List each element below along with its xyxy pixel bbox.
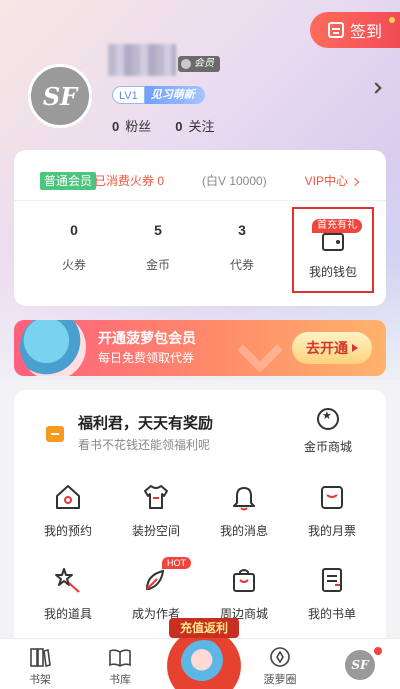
asset-fire-ticket[interactable]: 0 火券 xyxy=(32,220,116,273)
first-charge-badge: 首充有礼 xyxy=(312,219,362,233)
grid-item-dress-up[interactable]: 装扮空间 xyxy=(112,482,200,539)
mascot-image xyxy=(20,320,86,376)
profile-stats: 0 粉丝 0 关注 xyxy=(112,116,215,135)
welfare-card: 福利君，天天有奖励 看书不花钱还能领福利呢 金币商城 我的预约 装扮空间 我的消… xyxy=(14,390,386,650)
asset-voucher[interactable]: 3 代券 xyxy=(200,220,284,273)
grid-item-booklist[interactable]: 我的书单 xyxy=(288,565,376,622)
recharge-rebate-center-button[interactable]: 充值返利 xyxy=(165,612,243,689)
feature-grid: 我的预约 装扮空间 我的消息 我的月票 我的道具 HOT 成为作者 周边商城 我… xyxy=(24,482,376,622)
feather-icon xyxy=(141,565,171,595)
grid-item-label: 我的预约 xyxy=(43,524,92,538)
vip-consumed: 已消费火券 0 xyxy=(94,174,165,188)
play-arrow-icon xyxy=(352,344,358,352)
fans-count: 0 xyxy=(112,119,120,134)
vip-promo-banner[interactable]: 开通菠萝包会员 每日免费领取代券 去开通 xyxy=(14,320,386,376)
shirt-icon xyxy=(141,482,171,512)
tab-me[interactable]: SF xyxy=(320,639,400,689)
coin-shop-label: 金币商城 xyxy=(303,440,352,454)
wallet-icon xyxy=(322,233,344,251)
bag-icon xyxy=(229,565,259,595)
vip-note: (白V 10000) xyxy=(202,174,267,188)
banner-title: 开通菠萝包会员 xyxy=(98,330,196,346)
grid-item-label: 我的消息 xyxy=(219,524,268,538)
fans-stat[interactable]: 0 粉丝 xyxy=(112,116,151,135)
hot-badge: HOT xyxy=(162,557,191,569)
asset-gold-coin[interactable]: 5 金币 xyxy=(116,220,200,273)
username-blurred[interactable] xyxy=(108,44,176,76)
level-value: LV1 xyxy=(112,86,145,104)
asset-label: 火券 xyxy=(61,258,86,272)
grid-item-label: 我的书单 xyxy=(307,607,356,621)
calendar-icon xyxy=(327,22,344,38)
center-art-text: 充值返利 xyxy=(169,618,239,638)
fans-label: 粉丝 xyxy=(125,119,152,134)
grid-item-messages[interactable]: 我的消息 xyxy=(200,482,288,539)
open-vip-button[interactable]: 去开通 xyxy=(292,332,372,364)
my-wallet-button[interactable]: 首充有礼 我的钱包 xyxy=(292,207,374,293)
vip-card: 普通会员 已消费火券 0 (白V 10000) VIP中心 0 火券 5 金币 … xyxy=(14,150,386,306)
library-icon xyxy=(80,645,160,669)
assets-row: 0 火券 5 金币 3 代券 xyxy=(14,220,284,273)
asset-value: 5 xyxy=(154,222,162,238)
home-icon xyxy=(53,482,83,512)
vip-center-link[interactable]: VIP中心 xyxy=(305,172,358,190)
mascot-image xyxy=(181,640,227,684)
wand-icon xyxy=(53,565,83,595)
grid-item-reservations[interactable]: 我的预约 xyxy=(24,482,112,539)
grid-item-items[interactable]: 我的道具 xyxy=(24,565,112,622)
asset-value: 0 xyxy=(70,222,78,238)
ticket-icon xyxy=(317,482,347,512)
vip-badge: 普通会员 xyxy=(40,172,97,190)
following-label: 关注 xyxy=(188,119,215,134)
tab-bookshelf[interactable]: 书架 xyxy=(0,639,80,689)
welfare-icon xyxy=(46,426,64,442)
asset-value: 3 xyxy=(238,222,246,238)
tab-label: 书架 xyxy=(29,674,51,686)
wallet-label: 我的钱包 xyxy=(308,265,357,279)
circle-icon xyxy=(240,645,320,669)
chevron-decoration-icon xyxy=(237,327,283,373)
welfare-subtitle: 看书不花钱还能领福利呢 xyxy=(78,438,211,452)
asset-label: 代券 xyxy=(229,258,254,272)
grid-item-monthly-ticket[interactable]: 我的月票 xyxy=(288,482,376,539)
booklist-icon xyxy=(317,565,347,595)
banner-subtitle: 每日免费领取代券 xyxy=(98,351,195,365)
checkin-label: 签到 xyxy=(349,24,382,41)
coin-shop-button[interactable]: 金币商城 xyxy=(298,408,358,455)
divider xyxy=(14,200,386,201)
star-coin-icon xyxy=(317,408,339,430)
grid-item-label: 我的月票 xyxy=(307,524,356,538)
me-avatar-text: SF xyxy=(345,650,375,680)
tab-circle[interactable]: 菠萝圈 xyxy=(240,639,320,689)
tab-library[interactable]: 书库 xyxy=(80,639,160,689)
me-avatar: SF xyxy=(320,645,400,685)
bookshelf-icon xyxy=(0,645,80,669)
avatar[interactable]: SF xyxy=(28,64,92,128)
member-tag: 会员 xyxy=(178,56,220,72)
checkin-button[interactable]: 签到 xyxy=(310,12,400,48)
following-stat[interactable]: 0 关注 xyxy=(175,116,214,135)
grid-item-label: 我的道具 xyxy=(43,607,92,621)
welfare-title[interactable]: 福利君，天天有奖励 xyxy=(78,412,213,433)
notification-dot xyxy=(374,647,382,655)
level-title: 见习萌新 xyxy=(144,86,205,104)
asset-label: 金币 xyxy=(145,258,170,272)
bell-icon xyxy=(229,482,259,512)
notification-dot xyxy=(389,17,395,23)
open-vip-label: 去开通 xyxy=(306,340,348,356)
tab-label: 书库 xyxy=(109,674,131,686)
avatar-logo-text: SF xyxy=(42,81,78,111)
grid-item-label: 装扮空间 xyxy=(131,524,180,538)
following-count: 0 xyxy=(175,119,183,134)
tab-label: 菠萝圈 xyxy=(263,674,297,686)
level-badge[interactable]: LV1 见习萌新 xyxy=(112,86,205,104)
